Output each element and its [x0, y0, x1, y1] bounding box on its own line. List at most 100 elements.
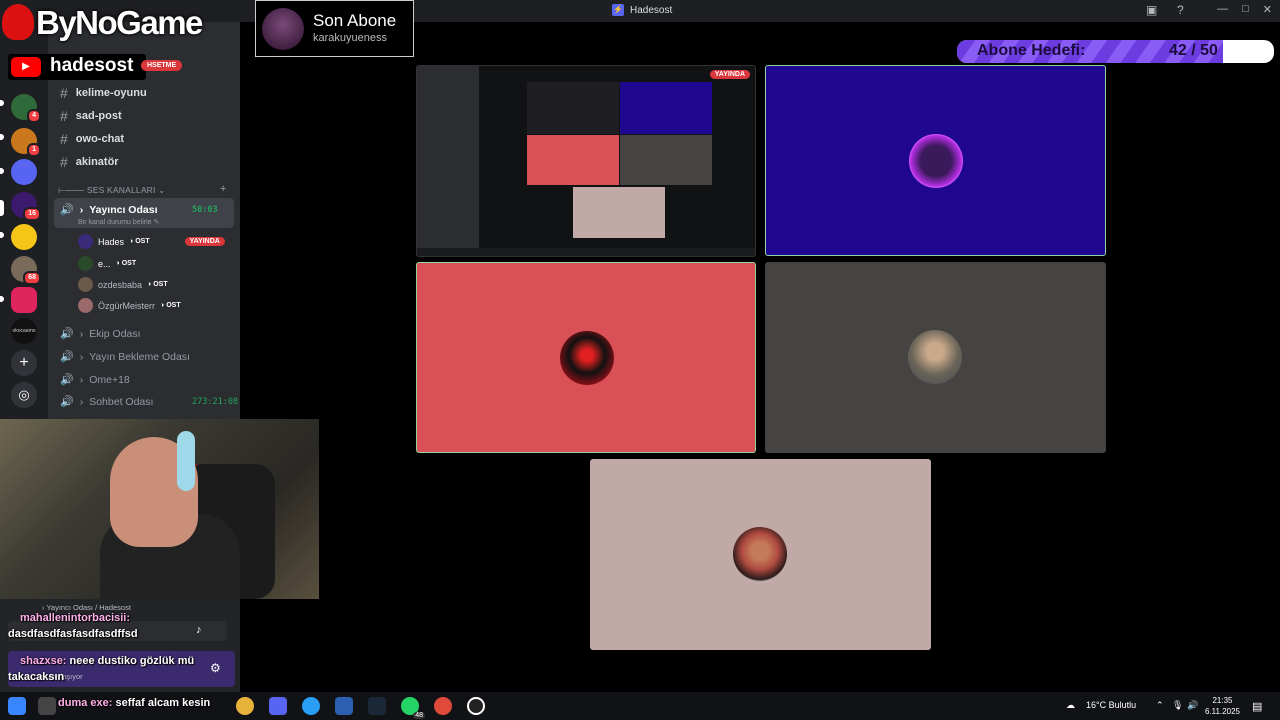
server-icon[interactable]: okocaamo: [11, 318, 37, 344]
voice-channel-bekleme[interactable]: 🔊 › Yayın Bekleme Odası: [60, 350, 190, 364]
participant-tile[interactable]: [590, 459, 931, 650]
voice-channel-label: Ome+18: [89, 373, 130, 386]
voice-channel-ekip[interactable]: 🔊 › Ekip Odası: [60, 327, 141, 341]
server-icon[interactable]: 1: [11, 128, 41, 157]
system-clock[interactable]: 21:35 6.11.2025: [1205, 695, 1240, 717]
chat-text: seffaf alcam kesin: [115, 697, 211, 709]
chat-message: duma exe: seffaf alcam kesin: [58, 697, 210, 709]
close-icon[interactable]: ✕: [1263, 3, 1272, 16]
bynogame-logo: ByNoGame: [0, 0, 230, 46]
subscriber-avatar: [262, 8, 304, 50]
window-title-text: Hadesost: [630, 4, 673, 16]
windows-start-icon[interactable]: [8, 697, 26, 715]
shared-screen-thumb: [527, 82, 619, 134]
participant-tile[interactable]: [765, 262, 1106, 453]
microphone-icon[interactable]: 🎙: [1172, 700, 1183, 711]
discover-icon[interactable]: ◎: [11, 382, 37, 408]
screen-share-tile[interactable]: YAYINDA: [416, 65, 756, 257]
chrome-icon[interactable]: [236, 697, 254, 715]
voice-member[interactable]: e... ◑ OST: [78, 256, 136, 271]
speaker-icon: 🔊: [60, 328, 74, 340]
voice-member[interactable]: ozdesbaba ◑ OST: [78, 277, 168, 292]
last-sub-title: Son Abone: [313, 11, 397, 30]
hash-icon: #: [60, 154, 68, 170]
channel-sad-post[interactable]: # sad-post: [60, 108, 122, 124]
server-icon[interactable]: 68: [11, 256, 41, 285]
app-icon[interactable]: [335, 697, 353, 715]
channel-status[interactable]: Bir kanal durumu belirle ✎: [78, 218, 159, 226]
speaker-icon: 🔊: [60, 396, 74, 408]
app-icon: ⚡: [612, 4, 624, 16]
minimize-icon[interactable]: —: [1217, 3, 1228, 16]
voice-channel-sohbet[interactable]: 🔊 › Sohbet Odası 273:21:08: [60, 395, 238, 409]
server-label: okocaamo: [12, 328, 36, 334]
search-icon[interactable]: [38, 697, 56, 715]
chat-username: shazxse:: [20, 655, 67, 667]
voice-category[interactable]: ⊢─── SES KANALLARI ⌄: [58, 185, 165, 196]
whatsapp-icon[interactable]: 48: [401, 697, 425, 719]
voice-timer: 273:21:08: [192, 396, 239, 407]
channel-akinator[interactable]: # akinatör: [60, 154, 119, 170]
help-icon[interactable]: ?: [1177, 3, 1184, 17]
shared-screen-taskbar: [417, 248, 755, 256]
obs-icon[interactable]: [467, 697, 485, 715]
hash-icon: #: [60, 131, 68, 147]
hash-icon: #: [60, 85, 68, 101]
channel-label: kelime-oyunu: [75, 87, 147, 99]
chrome-icon[interactable]: [434, 697, 452, 715]
chevron-icon: ›: [79, 373, 84, 386]
voice-channel-yayinci[interactable]: 🔊 › Yayıncı Odası 50:03: [60, 203, 218, 217]
server-icon[interactable]: 4: [11, 94, 41, 123]
weather-icon[interactable]: ☁: [1066, 700, 1075, 711]
shared-screen-sidebar: [417, 66, 479, 256]
participant-avatar: [733, 527, 787, 581]
chat-message: shazxse: neee dustiko gözlük mü: [20, 655, 194, 667]
voice-channel-label: Sohbet Odası: [89, 395, 154, 408]
clock-time: 21:35: [1212, 696, 1233, 705]
shared-screen-thumb: [527, 135, 619, 185]
chat-text: takacaksın: [8, 671, 65, 683]
voice-channel-label: Yayın Bekleme Odası: [89, 350, 190, 363]
weather-text[interactable]: 16°C Bulutlu: [1086, 700, 1136, 710]
server-icon[interactable]: [11, 159, 37, 185]
participant-tile[interactable]: [765, 65, 1106, 256]
add-channel-icon[interactable]: +: [220, 183, 226, 195]
unread-indicator: [0, 232, 4, 238]
member-name: ozdesbaba: [98, 279, 143, 290]
channel-kelime-oyunu[interactable]: # kelime-oyunu: [60, 85, 147, 101]
shared-screen-thumb: [620, 135, 712, 185]
voice-member[interactable]: ÖzgürMeisterr ◑ OST: [78, 298, 181, 313]
server-badge: 68: [23, 271, 41, 285]
participant-tile[interactable]: [416, 262, 756, 453]
notification-icon[interactable]: ▤: [1252, 700, 1262, 713]
speaker-icon: 🔊: [60, 204, 74, 216]
maximize-icon[interactable]: □: [1242, 3, 1249, 16]
steam-icon[interactable]: [368, 697, 386, 715]
window-title: ⚡ Hadesost: [612, 4, 672, 16]
add-server-icon[interactable]: +: [11, 350, 37, 376]
soundboard-icon[interactable]: ♪: [196, 624, 202, 636]
headphones: [177, 431, 195, 491]
voice-member[interactable]: Hades ◑ OST YAYINDA: [78, 234, 225, 249]
webcam-overlay: [0, 419, 319, 599]
chat-text: neee dustiko gözlük mü: [69, 655, 195, 667]
inbox-icon[interactable]: ▣: [1146, 3, 1157, 17]
chat-username: mahallenintorbacisii:: [20, 612, 131, 624]
discord-icon[interactable]: [269, 697, 287, 715]
server-icon[interactable]: [11, 224, 37, 250]
whatsapp-badge: 48: [413, 712, 425, 719]
channel-owo-chat[interactable]: # owo-chat: [60, 131, 124, 147]
gear-icon[interactable]: ⚙: [210, 661, 221, 675]
server-icon[interactable]: [11, 287, 37, 313]
speaker-icon[interactable]: 🔊: [1187, 700, 1198, 711]
server-icon-selected[interactable]: 16: [11, 192, 41, 221]
youtube-handle: ▶ hadesost: [8, 54, 146, 80]
clock-date: 6.11.2025: [1205, 707, 1240, 716]
shared-screen-thumb: [620, 82, 712, 134]
chevron-up-icon[interactable]: ⌃: [1156, 700, 1164, 711]
browser-icon[interactable]: [302, 697, 320, 715]
voice-channel-ome[interactable]: 🔊 › Ome+18: [60, 373, 130, 387]
role-tag: ◑ OST: [129, 238, 150, 245]
logo-mark: [2, 4, 34, 40]
shared-screen-thumb: [573, 187, 665, 238]
